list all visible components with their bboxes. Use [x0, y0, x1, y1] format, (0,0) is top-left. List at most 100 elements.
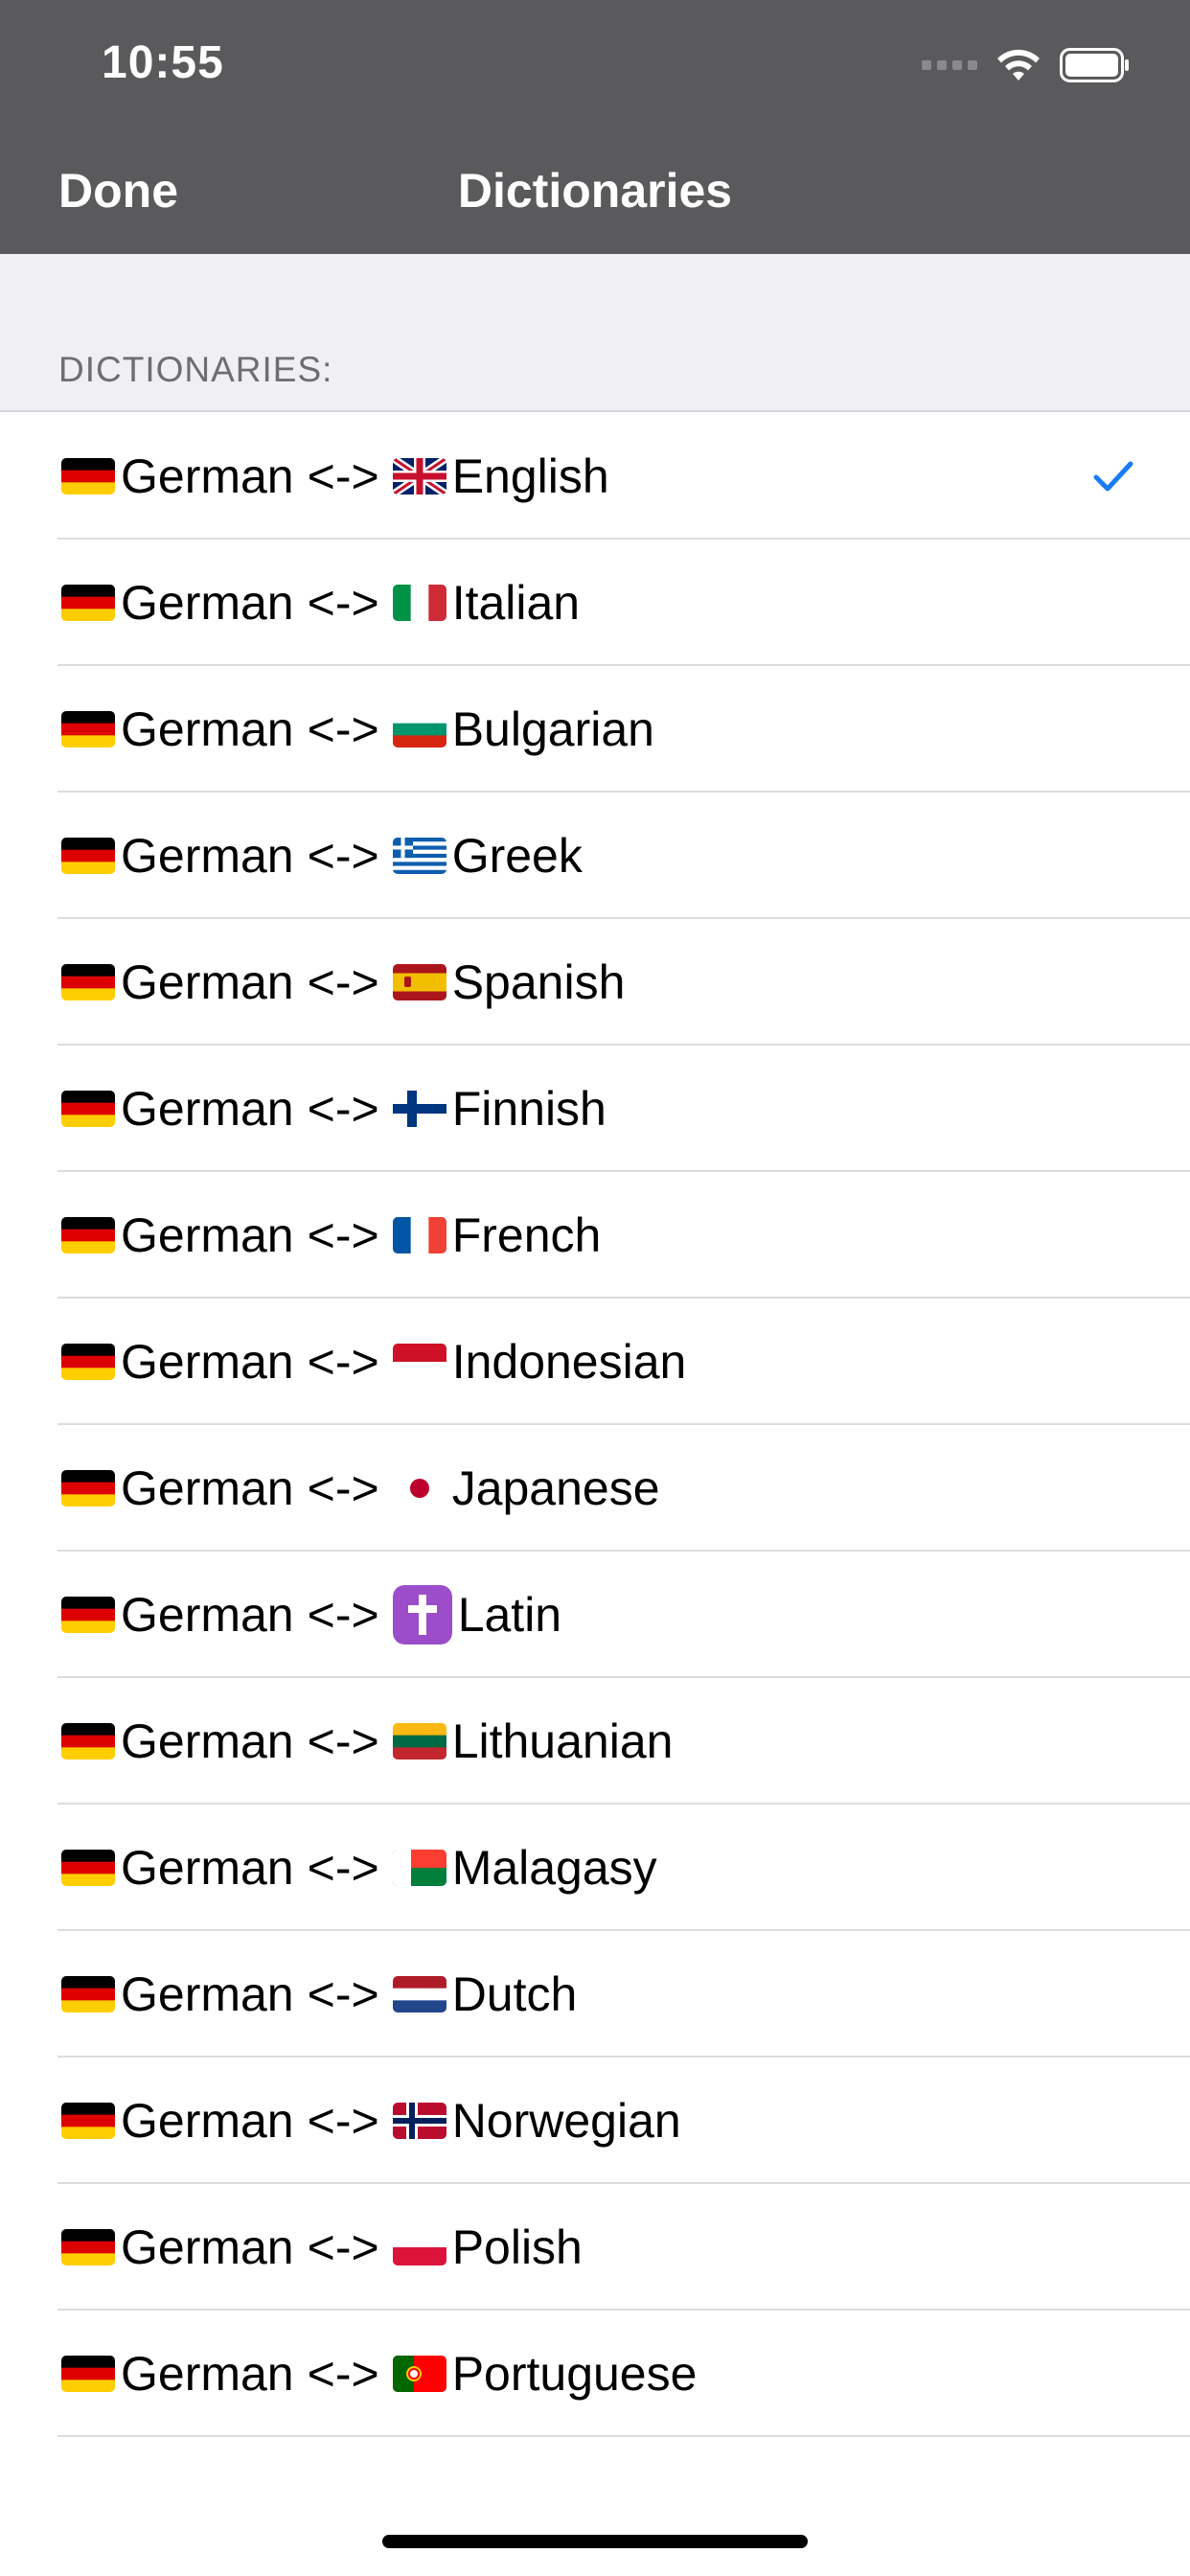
poland-flag-icon: [392, 2229, 446, 2266]
target-language-label: Latin: [457, 1588, 562, 1642]
source-language-label: German: [121, 1461, 294, 1515]
source-language-label: German: [121, 702, 294, 756]
bidirectional-arrow-label: <->: [307, 1208, 379, 1262]
bulgaria-flag-icon: [392, 711, 446, 748]
target-language-label: English: [451, 449, 609, 503]
germany-flag-icon: [61, 2103, 115, 2139]
wifi-icon: [997, 49, 1040, 80]
dictionary-row-lithuanian[interactable]: German <-> Lithuanian: [0, 1678, 1190, 1805]
germany-flag-icon: [61, 2229, 115, 2266]
navigation-header: 10:55 Done Dictionaries: [0, 0, 1190, 254]
dictionary-row-polish[interactable]: German <-> Polish: [0, 2184, 1190, 2311]
source-language-label: German: [121, 1335, 294, 1389]
germany-flag-icon: [61, 1597, 115, 1633]
indonesia-flag-icon: [392, 1344, 446, 1380]
checkmark-icon: [1093, 461, 1133, 492]
bidirectional-arrow-label: <->: [307, 1082, 379, 1136]
target-language-label: Norwegian: [451, 2094, 681, 2148]
lithuania-flag-icon: [392, 1723, 446, 1760]
dictionary-row-greek[interactable]: German <-> Greek: [0, 793, 1190, 919]
germany-flag-icon: [61, 1976, 115, 2012]
source-language-label: German: [121, 829, 294, 883]
germany-flag-icon: [61, 1850, 115, 1886]
status-icons: [922, 44, 1131, 86]
dictionary-row-bulgarian[interactable]: German <-> Bulgarian: [0, 666, 1190, 793]
spain-flag-icon: [392, 964, 446, 1000]
germany-flag-icon: [61, 964, 115, 1000]
bidirectional-arrow-label: <->: [307, 829, 379, 883]
dictionary-row-indonesian[interactable]: German <-> Indonesian: [0, 1299, 1190, 1425]
bidirectional-arrow-label: <->: [307, 2347, 379, 2401]
uk-flag-icon: [392, 458, 446, 494]
target-language-label: Lithuanian: [451, 1714, 674, 1768]
target-language-label: Finnish: [451, 1082, 606, 1136]
bidirectional-arrow-label: <->: [307, 449, 379, 503]
source-language-label: German: [121, 2094, 294, 2148]
target-language-label: Greek: [451, 829, 583, 883]
dictionary-row-portuguese[interactable]: German <-> Portuguese: [0, 2311, 1190, 2437]
bidirectional-arrow-label: <->: [307, 2094, 379, 2148]
page-title: Dictionaries: [457, 164, 733, 218]
source-language-label: German: [121, 1714, 294, 1768]
dictionary-list: German <-> English German <-> Italian German <…: [0, 413, 1190, 2437]
bidirectional-arrow-label: <->: [307, 1841, 379, 1895]
germany-flag-icon: [61, 838, 115, 874]
source-language-label: German: [121, 449, 294, 503]
target-language-label: Spanish: [451, 955, 626, 1009]
netherlands-flag-icon: [392, 1976, 446, 2012]
signal-bars-icon: [922, 60, 977, 70]
status-time: 10:55: [102, 37, 224, 88]
germany-flag-icon: [61, 585, 115, 621]
bidirectional-arrow-label: <->: [307, 702, 379, 756]
section-title: DICTIONARIES:: [58, 350, 333, 389]
madagascar-flag-icon: [392, 1850, 446, 1886]
source-language-label: German: [121, 2347, 294, 2401]
bidirectional-arrow-label: <->: [307, 1335, 379, 1389]
greece-flag-icon: [392, 838, 446, 874]
target-language-label: French: [451, 1208, 602, 1262]
dictionary-row-spanish[interactable]: German <-> Spanish: [0, 919, 1190, 1046]
source-language-label: German: [121, 955, 294, 1009]
italy-flag-icon: [392, 585, 446, 621]
germany-flag-icon: [61, 1344, 115, 1380]
target-language-label: Dutch: [451, 1967, 578, 2021]
bidirectional-arrow-label: <->: [307, 1588, 379, 1642]
bidirectional-arrow-label: <->: [307, 2220, 379, 2274]
source-language-label: German: [121, 1841, 294, 1895]
germany-flag-icon: [61, 1091, 115, 1127]
source-language-label: German: [121, 1082, 294, 1136]
bidirectional-arrow-label: <->: [307, 955, 379, 1009]
portugal-flag-icon: [392, 2356, 446, 2392]
latin-cross-icon: [392, 1585, 452, 1644]
dictionary-row-italian[interactable]: German <-> Italian: [0, 540, 1190, 666]
dictionary-row-finnish[interactable]: German <-> Finnish: [0, 1046, 1190, 1172]
dictionary-row-norwegian[interactable]: German <-> Norwegian: [0, 2058, 1190, 2184]
dictionary-row-japanese[interactable]: German <-> Japanese: [0, 1425, 1190, 1552]
germany-flag-icon: [61, 711, 115, 748]
source-language-label: German: [121, 576, 294, 630]
germany-flag-icon: [61, 2356, 115, 2392]
home-indicator[interactable]: [382, 2535, 808, 2548]
bidirectional-arrow-label: <->: [307, 576, 379, 630]
dictionary-row-english[interactable]: German <-> English: [0, 413, 1190, 540]
dictionary-row-latin[interactable]: German <-> Latin: [0, 1552, 1190, 1678]
target-language-label: Italian: [451, 576, 581, 630]
germany-flag-icon: [61, 458, 115, 494]
france-flag-icon: [392, 1217, 446, 1254]
target-language-label: Japanese: [451, 1461, 660, 1515]
bidirectional-arrow-label: <->: [307, 1967, 379, 2021]
battery-icon: [1060, 48, 1129, 82]
dictionary-row-malagasy[interactable]: German <-> Malagasy: [0, 1805, 1190, 1931]
finland-flag-icon: [392, 1091, 446, 1127]
target-language-label: Portuguese: [451, 2347, 698, 2401]
target-language-label: Polish: [451, 2220, 583, 2274]
source-language-label: German: [121, 1208, 294, 1262]
source-language-label: German: [121, 2220, 294, 2274]
dictionary-row-dutch[interactable]: German <-> Dutch: [0, 1931, 1190, 2058]
source-language-label: German: [121, 1967, 294, 2021]
source-language-label: German: [121, 1588, 294, 1642]
target-language-label: Bulgarian: [451, 702, 654, 756]
germany-flag-icon: [61, 1723, 115, 1760]
dictionary-row-french[interactable]: German <-> French: [0, 1172, 1190, 1299]
norway-flag-icon: [392, 2103, 446, 2139]
